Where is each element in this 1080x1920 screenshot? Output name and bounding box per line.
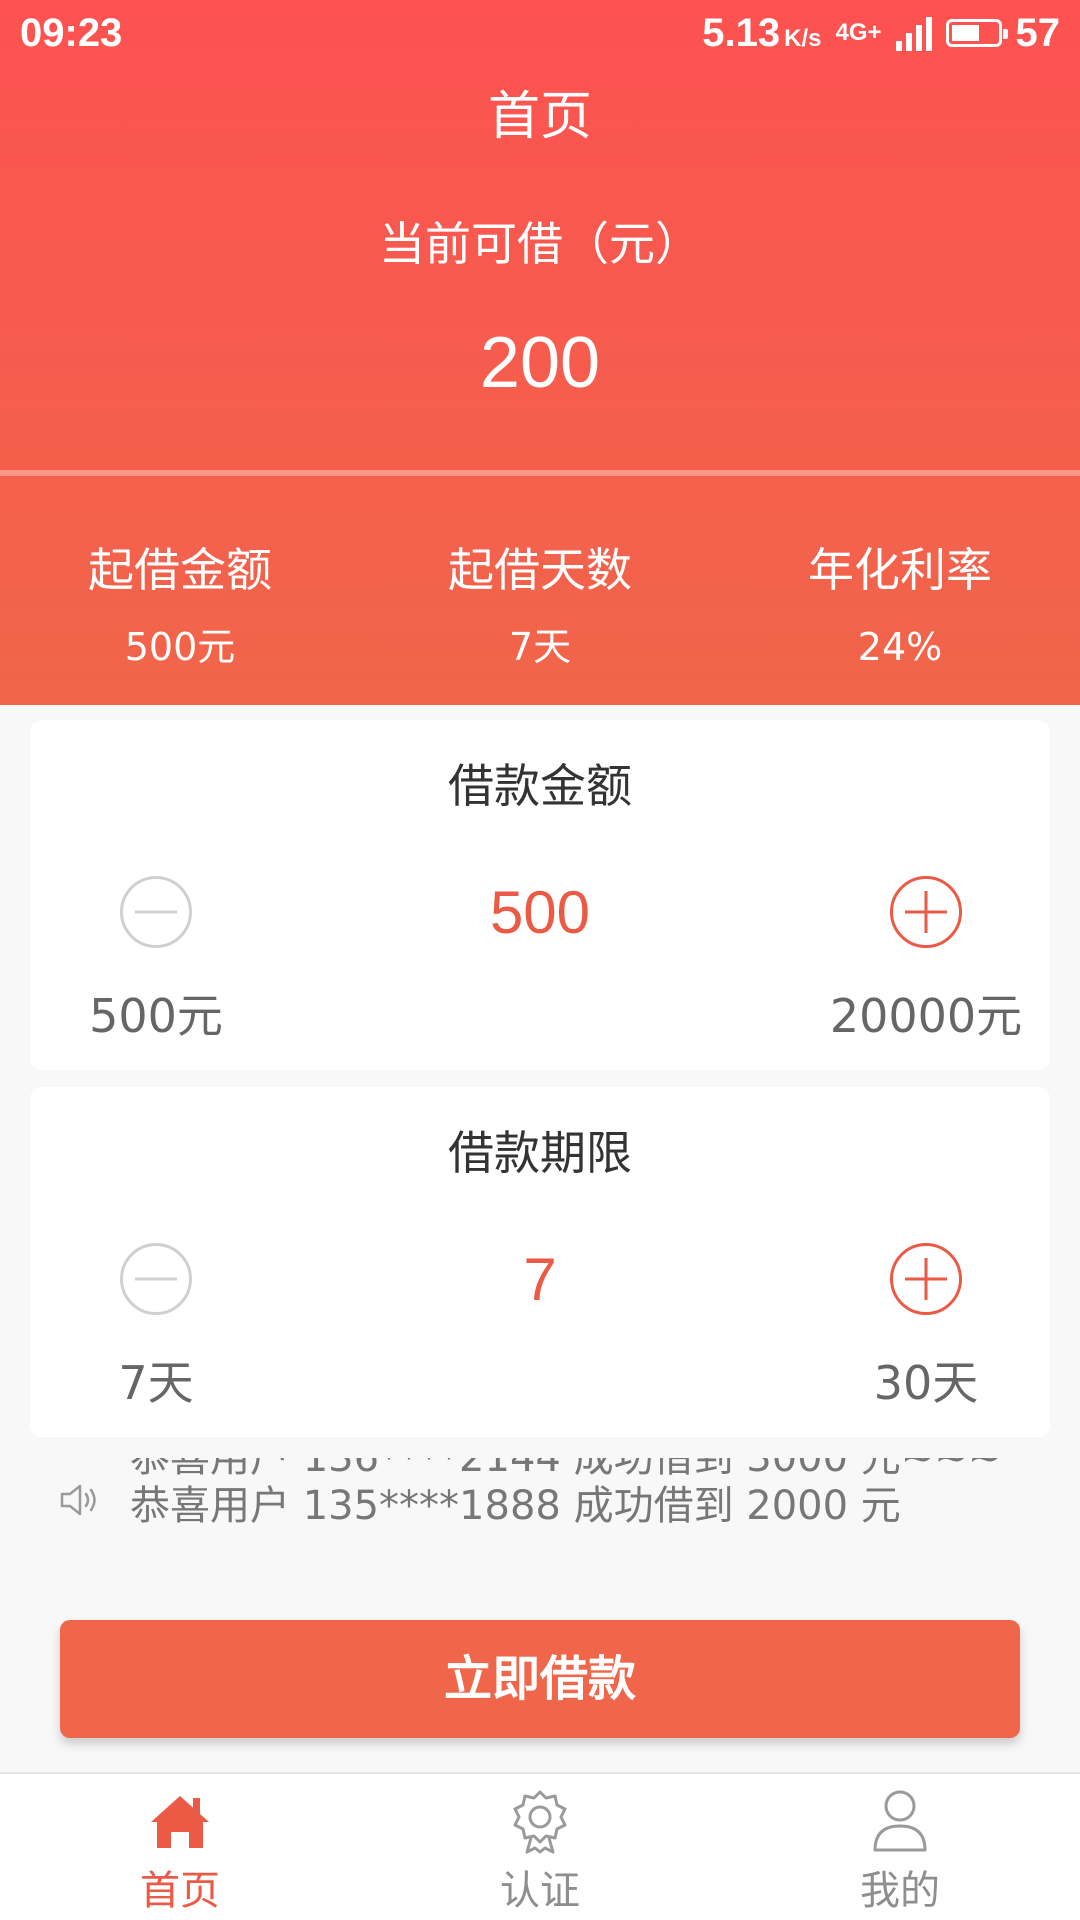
loan-term-card: 借款期限 7 7天 30天 (30, 1087, 1050, 1437)
net-speed: 5.13 K/s (702, 11, 821, 56)
card-title: 借款金额 (448, 759, 632, 813)
nav-label: 我的 (860, 1868, 940, 1914)
badge-icon (513, 1790, 567, 1854)
loan-amount-card: 借款金额 500 500元 20000元 (30, 720, 1050, 1070)
plus-icon-vertical (924, 891, 928, 933)
stat-annual-rate: 年化利率 24% (720, 540, 1080, 672)
page-title: 首页 (487, 87, 592, 147)
stat-label: 起借天数 (448, 543, 632, 597)
stat-min-amount: 起借金额 500元 (0, 540, 360, 672)
amount-increase-button[interactable] (890, 876, 962, 948)
nav-item-mine[interactable]: 我的 (720, 1774, 1080, 1920)
net-speed-value: 5.13 (702, 10, 781, 55)
battery-level: 57 (1015, 10, 1061, 55)
amount-max: 20000元 (829, 989, 1023, 1043)
signal-icon (895, 15, 932, 51)
term-max: 30天 (873, 1356, 979, 1410)
stat-min-days: 起借天数 7天 (360, 540, 720, 672)
stats-row: 起借金额 500元 起借天数 7天 年化利率 24% (0, 540, 1080, 672)
nav-label: 认证 (500, 1868, 580, 1914)
term-increase-button[interactable] (890, 1243, 962, 1315)
bottom-nav: 首页 认证 我的 (0, 1772, 1080, 1920)
header: 09:23 5.13 K/s 4G+ 57 首页 当前可借（元） 200 起借金… (0, 0, 1080, 705)
user-icon (873, 1790, 927, 1852)
home-icon (151, 1796, 209, 1848)
battery-icon (945, 19, 1008, 47)
marquee-line: 恭喜用户 135****1888 成功借到 2000 元 (130, 1483, 901, 1528)
speaker-icon (60, 1484, 96, 1516)
status-time: 09:23 (20, 10, 123, 55)
borrow-now-button[interactable]: 立即借款 (60, 1620, 1020, 1738)
announcement-marquee: 恭喜用户 136****2144 成功借到 3000 元~~~ 恭喜用户 135… (0, 1440, 1080, 1528)
marquee-viewport: 恭喜用户 136****2144 成功借到 3000 元~~~ 恭喜用户 135… (130, 1458, 1030, 1528)
net-speed-unit: K/s (784, 24, 822, 52)
term-min: 7天 (118, 1356, 194, 1410)
nav-item-home[interactable]: 首页 (0, 1774, 360, 1920)
card-title: 借款期限 (448, 1126, 632, 1180)
stat-value: 500元 (124, 625, 236, 669)
stat-label: 年化利率 (808, 543, 992, 597)
network-type: 4G+ (835, 19, 882, 46)
header-divider (0, 470, 1080, 476)
stat-label: 起借金额 (88, 543, 272, 597)
amount-min: 500元 (89, 989, 223, 1043)
marquee-line: 恭喜用户 136****2144 成功借到 3000 元~~~ (130, 1458, 1002, 1481)
status-right: 5.13 K/s 4G+ 57 (702, 11, 1060, 56)
nav-item-verify[interactable]: 认证 (360, 1774, 720, 1920)
nav-label: 首页 (140, 1868, 220, 1914)
available-label: 当前可借（元） (379, 217, 701, 271)
stat-value: 24% (857, 625, 943, 669)
available-value: 200 (479, 323, 601, 403)
plus-icon-vertical (924, 1258, 928, 1300)
status-bar: 09:23 5.13 K/s 4G+ 57 (0, 0, 1080, 66)
screen: 09:23 5.13 K/s 4G+ 57 首页 当前可借（元） 200 起借金… (0, 0, 1080, 1920)
stat-value: 7天 (508, 625, 572, 669)
